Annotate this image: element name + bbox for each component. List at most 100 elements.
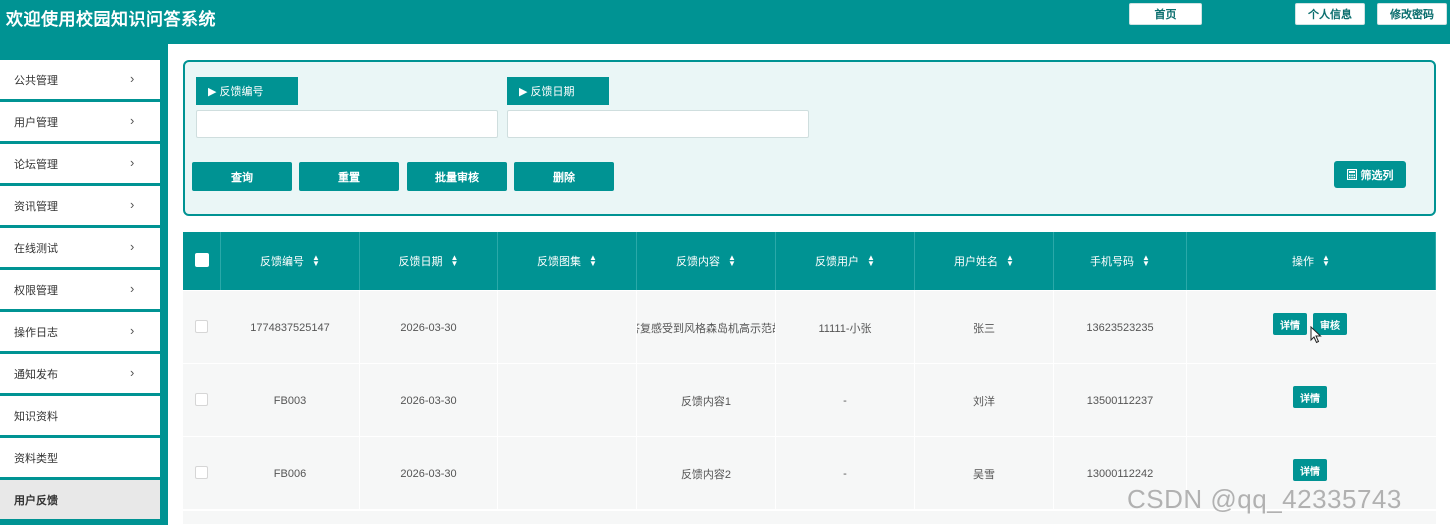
column-header-feedback-content[interactable]: 反馈内容 ▲ ▼ <box>637 232 776 290</box>
cell-name: 刘洋 <box>915 364 1054 437</box>
row-checkbox[interactable] <box>195 393 208 406</box>
chevron-right-icon: › <box>130 365 135 380</box>
chevron-right-icon: › <box>130 239 135 254</box>
feedback-id-input[interactable] <box>196 110 498 138</box>
query-button[interactable]: 查询 <box>192 162 292 191</box>
chevron-right-icon: › <box>130 113 135 128</box>
reset-button[interactable]: 重置 <box>299 162 399 191</box>
row-checkbox[interactable] <box>195 320 208 333</box>
cell-phone: 13623523235 <box>1054 291 1187 364</box>
sidebar-item-users[interactable]: 用户管理 › <box>0 102 160 141</box>
watermark: CSDN @qq_42335743 <box>1127 484 1402 514</box>
cell-user: 11111-小张 <box>776 291 915 364</box>
column-header-actions[interactable]: 操作 ▲ ▼ <box>1187 232 1436 290</box>
sidebar-item-label: 用户反馈 <box>14 494 58 507</box>
detail-button[interactable]: 详情 <box>1273 313 1307 335</box>
detail-button[interactable]: 详情 <box>1293 386 1327 408</box>
sort-icon[interactable]: ▲ ▼ <box>589 254 597 268</box>
profile-button[interactable]: 个人信息 <box>1295 3 1365 25</box>
sidebar-item-label: 权限管理 <box>14 284 58 297</box>
cell-date: 2026-03-30 <box>360 437 498 510</box>
app-title: 欢迎使用校园知识问答系统 <box>6 10 216 29</box>
cell-content: 反馈内容2 <box>637 437 776 510</box>
column-header-label: 反馈编号 <box>260 256 305 268</box>
change-password-button[interactable]: 修改密码 <box>1377 3 1447 25</box>
sidebar-item-label: 用户管理 <box>14 116 58 129</box>
cell-name: 张三 <box>915 291 1054 364</box>
sort-icon[interactable]: ▲ ▼ <box>1142 254 1150 268</box>
chevron-right-icon: › <box>130 71 135 86</box>
column-header-feedback-id[interactable]: 反馈编号 ▲ ▼ <box>221 232 360 290</box>
sidebar-item-online-test[interactable]: 在线测试 › <box>0 228 160 267</box>
cell-content: 反馈内容1 <box>637 364 776 437</box>
column-header-label: 操作 <box>1292 256 1315 268</box>
row-checkbox[interactable] <box>195 466 208 479</box>
sidebar-item-permissions[interactable]: 权限管理 › <box>0 270 160 309</box>
column-header-user-name[interactable]: 用户姓名 ▲ ▼ <box>915 232 1054 290</box>
sidebar-item-news[interactable]: 资讯管理 › <box>0 186 160 225</box>
sort-icon[interactable]: ▲ ▼ <box>1006 254 1014 268</box>
column-header-label: 用户姓名 <box>954 256 999 268</box>
cell-phone: 13500112237 <box>1054 364 1187 437</box>
sidebar-item-material-type[interactable]: 资料类型 <box>0 438 160 477</box>
column-header-label: 手机号码 <box>1090 256 1135 268</box>
cell-date: 2026-03-30 <box>360 364 498 437</box>
select-all-checkbox[interactable] <box>195 253 209 267</box>
cell-id: FB003 <box>221 364 360 437</box>
sidebar-item-label: 在线测试 <box>14 242 58 255</box>
filter-columns-label: 筛选列 <box>1360 169 1394 182</box>
sort-icon[interactable]: ▲ ▼ <box>451 254 459 268</box>
sidebar-item-forum[interactable]: 论坛管理 › <box>0 144 160 183</box>
sidebar-item-knowledge[interactable]: 知识资料 <box>0 396 160 435</box>
chevron-right-icon: › <box>130 323 135 338</box>
sidebar-item-notice[interactable]: 通知发布 › <box>0 354 160 393</box>
column-header-feedback-date[interactable]: 反馈日期 ▲ ▼ <box>360 232 498 290</box>
cell-images <box>498 291 637 364</box>
sidebar-item-label: 资料类型 <box>14 452 58 465</box>
column-header-label: 反馈内容 <box>676 256 721 268</box>
sidebar-item-label: 操作日志 <box>14 326 58 339</box>
column-header-phone[interactable]: 手机号码 ▲ ▼ <box>1054 232 1187 290</box>
column-header-feedback-images[interactable]: 反馈图集 ▲ ▼ <box>498 232 637 290</box>
delete-button[interactable]: 删除 <box>514 162 614 191</box>
sidebar-item-user-feedback[interactable]: 用户反馈 <box>0 480 160 519</box>
cell-id: FB006 <box>221 437 360 510</box>
cell-user: - <box>776 364 915 437</box>
filter-columns-button[interactable]: 筛选列 <box>1334 161 1406 188</box>
feedback-date-label: ▶ 反馈日期 <box>507 77 609 105</box>
sidebar-item-label: 知识资料 <box>14 410 58 423</box>
chevron-right-icon: › <box>130 155 135 170</box>
column-header-label: 反馈图集 <box>537 256 582 268</box>
sort-icon[interactable]: ▲ ▼ <box>867 254 875 268</box>
sidebar-item-label: 论坛管理 <box>14 158 58 171</box>
sort-icon[interactable]: ▲ ▼ <box>728 254 736 268</box>
sort-icon[interactable]: ▲ ▼ <box>312 254 320 268</box>
home-button[interactable]: 首页 <box>1129 3 1202 25</box>
search-panel <box>183 60 1436 216</box>
feedback-id-label: ▶ 反馈编号 <box>196 77 298 105</box>
column-header-label: 反馈用户 <box>815 256 860 268</box>
detail-button[interactable]: 详情 <box>1293 459 1327 481</box>
chevron-right-icon: › <box>130 281 135 296</box>
sidebar-item-public[interactable]: 公共管理 › <box>0 60 160 99</box>
sidebar-item-label: 通知发布 <box>14 368 58 381</box>
calculator-icon <box>1346 169 1357 180</box>
mouse-cursor-icon <box>1310 326 1322 344</box>
chevron-right-icon: › <box>130 197 135 212</box>
sidebar-item-label: 资讯管理 <box>14 200 58 213</box>
sort-icon[interactable]: ▲ ▼ <box>1322 254 1330 268</box>
feedback-date-input[interactable] <box>507 110 809 138</box>
cell-date: 2026-03-30 <box>360 291 498 364</box>
sidebar-item-label: 公共管理 <box>14 74 58 87</box>
cell-id: 1774837525147 <box>221 291 360 364</box>
cell-images <box>498 437 637 510</box>
sidebar-item-operation-log[interactable]: 操作日志 › <box>0 312 160 351</box>
cell-user: - <box>776 437 915 510</box>
column-header-feedback-user[interactable]: 反馈用户 ▲ ▼ <box>776 232 915 290</box>
top-header <box>0 0 1450 44</box>
cell-name: 吴雪 <box>915 437 1054 510</box>
cell-content: 答复感受到风格森岛机高示范故 <box>637 291 776 364</box>
column-header-label: 反馈日期 <box>398 256 443 268</box>
batch-review-button[interactable]: 批量审核 <box>407 162 507 191</box>
cell-images <box>498 364 637 437</box>
